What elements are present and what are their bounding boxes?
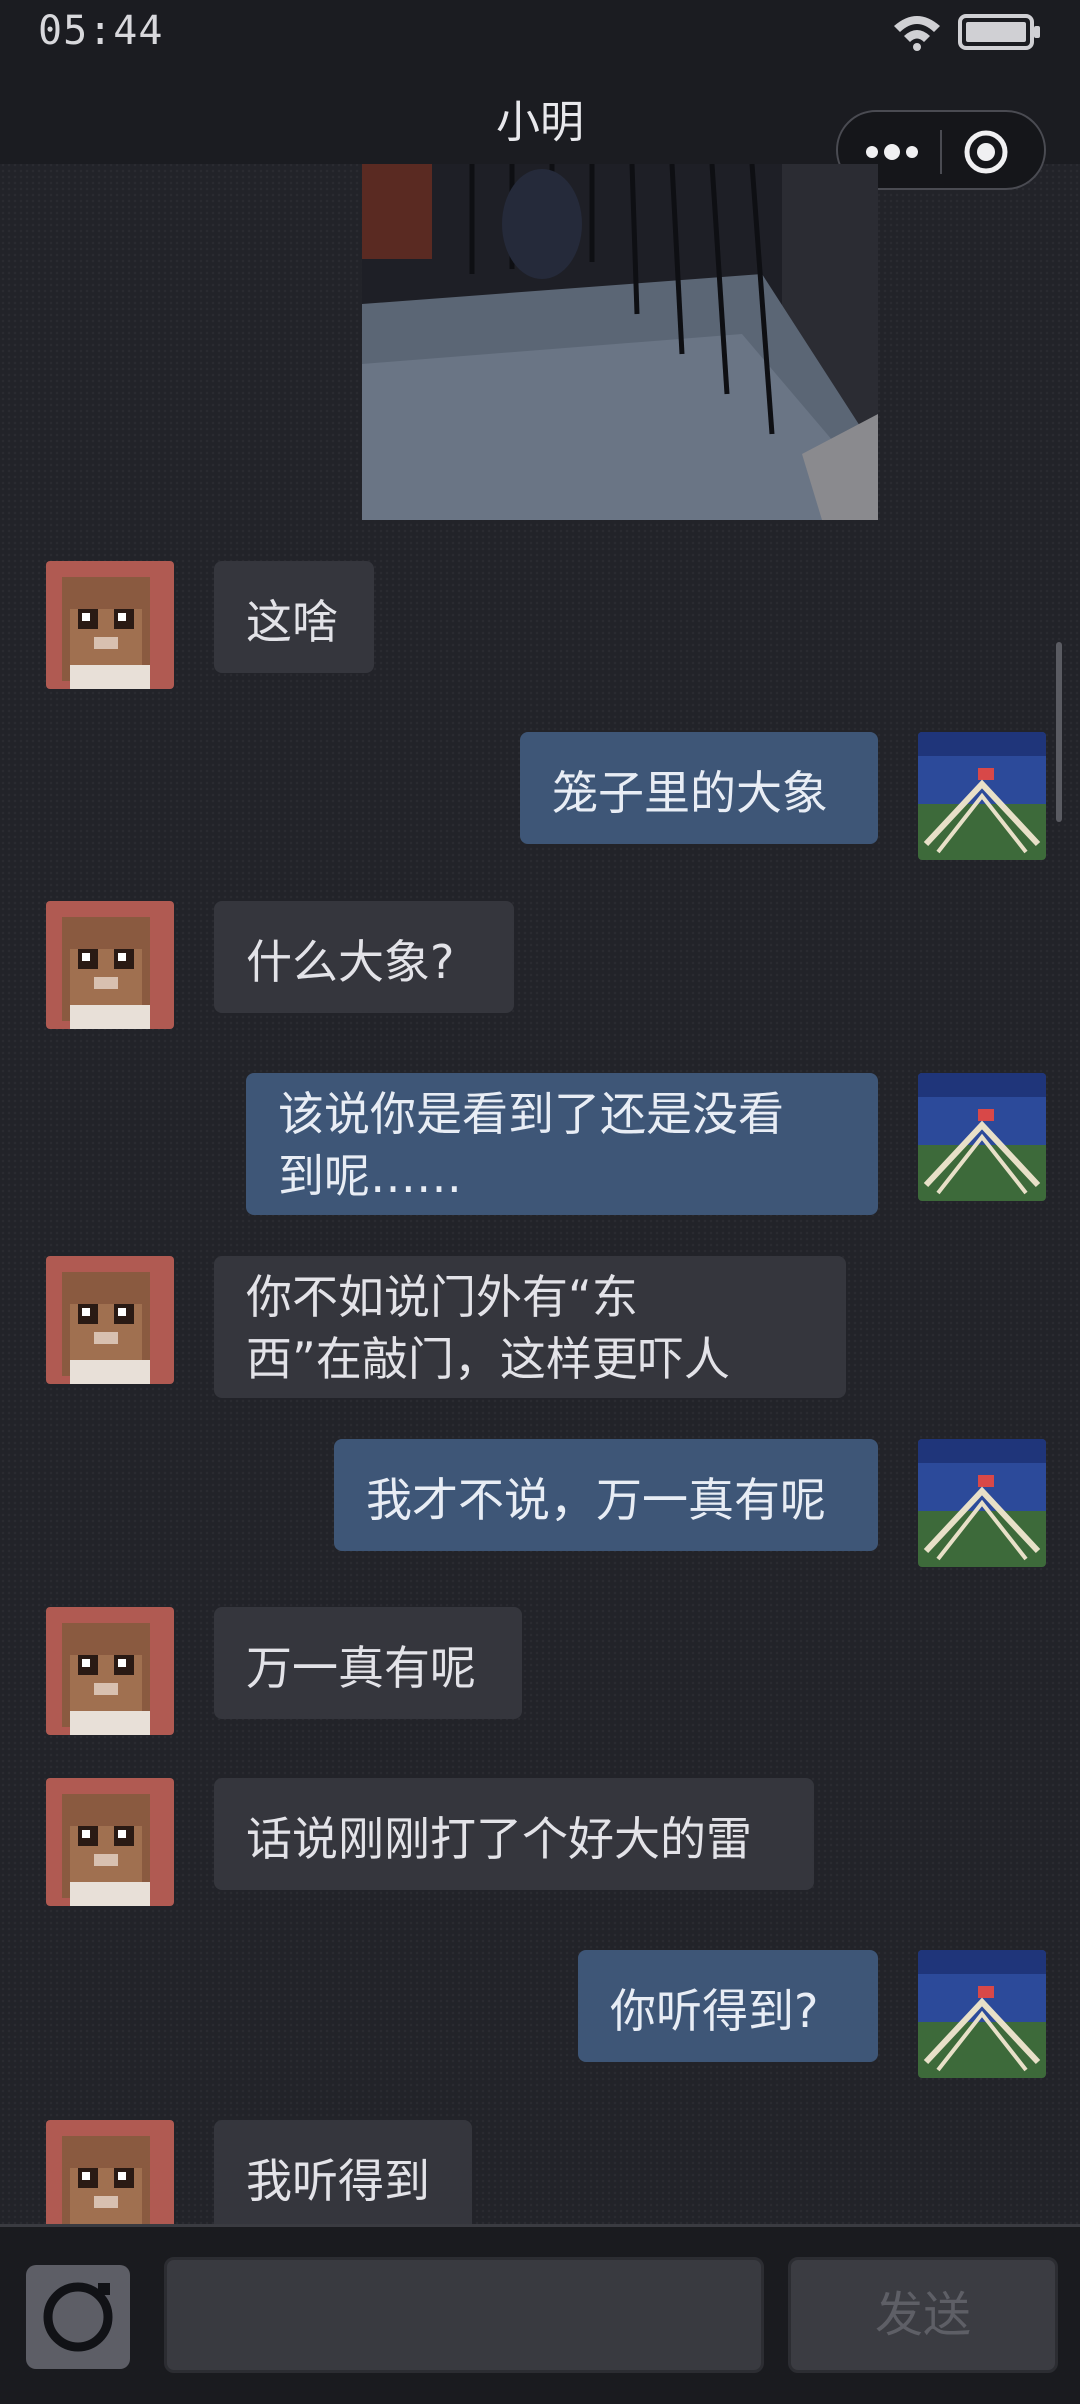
contact-avatar[interactable] [46, 561, 174, 689]
my-avatar[interactable] [918, 1950, 1046, 2078]
my-avatar[interactable] [918, 1439, 1046, 1567]
incoming-message[interactable]: 万一真有呢 [214, 1607, 522, 1719]
incoming-message[interactable]: 我听得到 [214, 2120, 472, 2224]
battery-icon [958, 14, 1040, 50]
incoming-message[interactable]: 这啥 [214, 561, 374, 673]
more-icon[interactable] [864, 138, 920, 166]
incoming-message[interactable]: 话说刚刚打了个好大的雷 [214, 1778, 814, 1890]
input-bar: 发送 [0, 2224, 1080, 2404]
chat-area[interactable]: 这啥 笼子里的大象 什么大象? 该说你是看到了还是没看 到呢…… 你不如说门外有… [0, 164, 1080, 2224]
my-avatar[interactable] [918, 732, 1046, 860]
contact-avatar[interactable] [46, 901, 174, 1029]
my-avatar[interactable] [918, 1073, 1046, 1201]
outgoing-message[interactable]: 该说你是看到了还是没看 到呢…… [246, 1073, 878, 1215]
contact-avatar[interactable] [46, 1778, 174, 1906]
status-time: 05:44 [38, 8, 164, 54]
wifi-icon [894, 16, 940, 51]
send-button[interactable]: 发送 [788, 2257, 1058, 2373]
outgoing-message[interactable]: 我才不说，万一真有呢 [334, 1439, 878, 1551]
outgoing-message[interactable]: 笼子里的大象 [520, 732, 878, 844]
outgoing-message[interactable]: 你听得到? [578, 1950, 878, 2062]
incoming-message[interactable]: 你不如说门外有“东 西”在敲门，这样更吓人 [214, 1256, 846, 1398]
scrollbar[interactable] [1056, 642, 1062, 822]
contact-avatar[interactable] [46, 2120, 174, 2224]
incoming-message[interactable]: 什么大象? [214, 901, 514, 1013]
photo-message[interactable] [362, 164, 878, 520]
message-input[interactable] [164, 2257, 764, 2373]
camera-button[interactable] [26, 2265, 130, 2369]
contact-avatar[interactable] [46, 1607, 174, 1735]
status-bar: 05:44 [0, 0, 1080, 64]
contact-avatar[interactable] [46, 1256, 174, 1384]
camera-icon [43, 2282, 113, 2352]
